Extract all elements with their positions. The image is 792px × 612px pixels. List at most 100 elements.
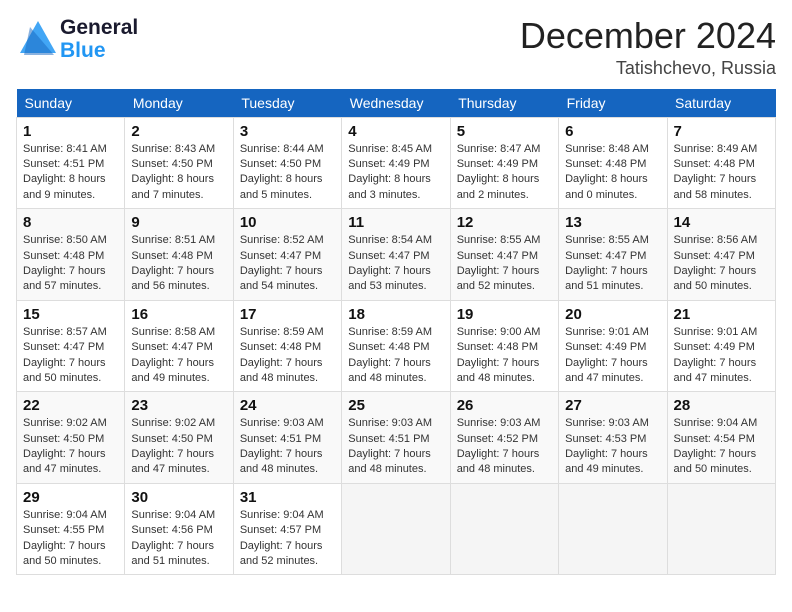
calendar-cell: 23 Sunrise: 9:02 AMSunset: 4:50 PMDayligh… bbox=[125, 392, 233, 484]
weekday-wednesday: Wednesday bbox=[342, 89, 450, 118]
calendar-cell: 11Sunrise: 8:54 AMSunset: 4:47 PMDayligh… bbox=[342, 209, 450, 301]
page-header: General Blue December 2024 Tatishchevo, … bbox=[16, 16, 776, 79]
calendar-cell: 8 Sunrise: 8:50 AMSunset: 4:48 PMDaylight… bbox=[17, 209, 125, 301]
day-number: 7 bbox=[674, 123, 769, 140]
day-info: Sunrise: 8:43 AMSunset: 4:50 PMDaylight:… bbox=[131, 142, 226, 204]
day-number: 1 bbox=[23, 123, 118, 140]
day-info: Sunrise: 8:50 AMSunset: 4:48 PMDaylight:… bbox=[23, 233, 118, 295]
calendar-cell: 29Sunrise: 9:04 AMSunset: 4:55 PMDayligh… bbox=[17, 483, 125, 575]
day-info: Sunrise: 8:59 AMSunset: 4:48 PMDaylight:… bbox=[348, 325, 443, 387]
day-info: Sunrise: 8:49 AMSunset: 4:48 PMDaylight:… bbox=[674, 142, 769, 204]
calendar-cell: 28Sunrise: 9:04 AMSunset: 4:54 PMDayligh… bbox=[667, 392, 775, 484]
calendar-week-5: 29Sunrise: 9:04 AMSunset: 4:55 PMDayligh… bbox=[17, 483, 776, 575]
day-info: Sunrise: 9:03 AMSunset: 4:51 PMDaylight:… bbox=[348, 416, 443, 478]
day-number: 4 bbox=[348, 123, 443, 140]
calendar-cell: 17 Sunrise: 8:59 AMSunset: 4:48 PMDayligh… bbox=[233, 300, 341, 392]
calendar-cell: 5 Sunrise: 8:47 AMSunset: 4:49 PMDaylight… bbox=[450, 117, 558, 209]
day-info: Sunrise: 9:02 AMSunset: 4:50 PMDaylight:… bbox=[23, 416, 118, 478]
weekday-header-row: SundayMondayTuesdayWednesdayThursdayFrid… bbox=[17, 89, 776, 118]
calendar-cell: 30 Sunrise: 9:04 AMSunset: 4:56 PMDayligh… bbox=[125, 483, 233, 575]
weekday-tuesday: Tuesday bbox=[233, 89, 341, 118]
location-title: Tatishchevo, Russia bbox=[520, 58, 776, 79]
day-number: 30 bbox=[131, 489, 226, 506]
calendar-cell: 21 Sunrise: 9:01 AMSunset: 4:49 PMDayligh… bbox=[667, 300, 775, 392]
day-info: Sunrise: 8:59 AMSunset: 4:48 PMDaylight:… bbox=[240, 325, 335, 387]
day-info: Sunrise: 8:57 AMSunset: 4:47 PMDaylight:… bbox=[23, 325, 118, 387]
day-number: 19 bbox=[457, 306, 552, 323]
weekday-friday: Friday bbox=[559, 89, 667, 118]
calendar-cell: 3Sunrise: 8:44 AMSunset: 4:50 PMDaylight… bbox=[233, 117, 341, 209]
calendar-cell: 9Sunrise: 8:51 AMSunset: 4:48 PMDaylight… bbox=[125, 209, 233, 301]
day-number: 29 bbox=[23, 489, 118, 506]
day-info: Sunrise: 8:47 AMSunset: 4:49 PMDaylight:… bbox=[457, 142, 552, 204]
day-number: 12 bbox=[457, 214, 552, 231]
day-info: Sunrise: 9:02 AMSunset: 4:50 PMDaylight:… bbox=[131, 416, 226, 478]
day-number: 9 bbox=[131, 214, 226, 231]
weekday-sunday: Sunday bbox=[17, 89, 125, 118]
day-number: 2 bbox=[131, 123, 226, 140]
calendar-week-4: 22 Sunrise: 9:02 AMSunset: 4:50 PMDayligh… bbox=[17, 392, 776, 484]
day-info: Sunrise: 9:03 AMSunset: 4:53 PMDaylight:… bbox=[565, 416, 660, 478]
calendar-cell bbox=[450, 483, 558, 575]
day-number: 17 bbox=[240, 306, 335, 323]
calendar-cell: 15 Sunrise: 8:57 AMSunset: 4:47 PMDayligh… bbox=[17, 300, 125, 392]
day-info: Sunrise: 9:04 AMSunset: 4:57 PMDaylight:… bbox=[240, 508, 335, 570]
day-number: 14 bbox=[674, 214, 769, 231]
calendar-cell: 18 Sunrise: 8:59 AMSunset: 4:48 PMDayligh… bbox=[342, 300, 450, 392]
day-info: Sunrise: 8:58 AMSunset: 4:47 PMDaylight:… bbox=[131, 325, 226, 387]
day-number: 5 bbox=[457, 123, 552, 140]
calendar-cell bbox=[342, 483, 450, 575]
day-info: Sunrise: 8:52 AMSunset: 4:47 PMDaylight:… bbox=[240, 233, 335, 295]
calendar-cell: 7 Sunrise: 8:49 AMSunset: 4:48 PMDaylight… bbox=[667, 117, 775, 209]
calendar-cell: 13Sunrise: 8:55 AMSunset: 4:47 PMDayligh… bbox=[559, 209, 667, 301]
day-number: 25 bbox=[348, 397, 443, 414]
day-number: 23 bbox=[131, 397, 226, 414]
day-info: Sunrise: 8:54 AMSunset: 4:47 PMDaylight:… bbox=[348, 233, 443, 295]
day-number: 13 bbox=[565, 214, 660, 231]
day-number: 27 bbox=[565, 397, 660, 414]
logo: General Blue bbox=[16, 16, 138, 62]
calendar-body: 1 Sunrise: 8:41 AMSunset: 4:51 PMDaylight… bbox=[17, 117, 776, 575]
calendar-week-1: 1 Sunrise: 8:41 AMSunset: 4:51 PMDaylight… bbox=[17, 117, 776, 209]
day-number: 26 bbox=[457, 397, 552, 414]
day-info: Sunrise: 8:48 AMSunset: 4:48 PMDaylight:… bbox=[565, 142, 660, 204]
calendar-cell: 27 Sunrise: 9:03 AMSunset: 4:53 PMDayligh… bbox=[559, 392, 667, 484]
calendar-week-3: 15 Sunrise: 8:57 AMSunset: 4:47 PMDayligh… bbox=[17, 300, 776, 392]
calendar-cell: 16Sunrise: 8:58 AMSunset: 4:47 PMDayligh… bbox=[125, 300, 233, 392]
day-info: Sunrise: 9:03 AMSunset: 4:51 PMDaylight:… bbox=[240, 416, 335, 478]
calendar-cell: 6 Sunrise: 8:48 AMSunset: 4:48 PMDaylight… bbox=[559, 117, 667, 209]
day-number: 15 bbox=[23, 306, 118, 323]
calendar-cell: 12 Sunrise: 8:55 AMSunset: 4:47 PMDayligh… bbox=[450, 209, 558, 301]
calendar-table: SundayMondayTuesdayWednesdayThursdayFrid… bbox=[16, 89, 776, 576]
title-area: December 2024 Tatishchevo, Russia bbox=[520, 16, 776, 79]
day-info: Sunrise: 9:01 AMSunset: 4:49 PMDaylight:… bbox=[674, 325, 769, 387]
weekday-saturday: Saturday bbox=[667, 89, 775, 118]
month-title: December 2024 bbox=[520, 16, 776, 56]
calendar-cell: 1 Sunrise: 8:41 AMSunset: 4:51 PMDaylight… bbox=[17, 117, 125, 209]
day-number: 22 bbox=[23, 397, 118, 414]
day-number: 6 bbox=[565, 123, 660, 140]
day-info: Sunrise: 8:56 AMSunset: 4:47 PMDaylight:… bbox=[674, 233, 769, 295]
day-number: 18 bbox=[348, 306, 443, 323]
logo-icon bbox=[16, 17, 60, 61]
calendar-cell: 2 Sunrise: 8:43 AMSunset: 4:50 PMDaylight… bbox=[125, 117, 233, 209]
calendar-week-2: 8 Sunrise: 8:50 AMSunset: 4:48 PMDaylight… bbox=[17, 209, 776, 301]
day-number: 21 bbox=[674, 306, 769, 323]
calendar-cell: 14 Sunrise: 8:56 AMSunset: 4:47 PMDayligh… bbox=[667, 209, 775, 301]
day-info: Sunrise: 9:04 AMSunset: 4:56 PMDaylight:… bbox=[131, 508, 226, 570]
day-info: Sunrise: 8:41 AMSunset: 4:51 PMDaylight:… bbox=[23, 142, 118, 204]
day-number: 8 bbox=[23, 214, 118, 231]
calendar-cell: 4 Sunrise: 8:45 AMSunset: 4:49 PMDaylight… bbox=[342, 117, 450, 209]
calendar-cell: 24Sunrise: 9:03 AMSunset: 4:51 PMDayligh… bbox=[233, 392, 341, 484]
day-number: 3 bbox=[240, 123, 335, 140]
logo-text-blue: Blue bbox=[60, 39, 138, 62]
day-info: Sunrise: 8:55 AMSunset: 4:47 PMDaylight:… bbox=[457, 233, 552, 295]
day-info: Sunrise: 8:45 AMSunset: 4:49 PMDaylight:… bbox=[348, 142, 443, 204]
day-info: Sunrise: 9:01 AMSunset: 4:49 PMDaylight:… bbox=[565, 325, 660, 387]
calendar-cell bbox=[667, 483, 775, 575]
calendar-cell: 22 Sunrise: 9:02 AMSunset: 4:50 PMDayligh… bbox=[17, 392, 125, 484]
logo-text-general: General bbox=[60, 16, 138, 39]
day-number: 31 bbox=[240, 489, 335, 506]
day-info: Sunrise: 9:00 AMSunset: 4:48 PMDaylight:… bbox=[457, 325, 552, 387]
weekday-monday: Monday bbox=[125, 89, 233, 118]
